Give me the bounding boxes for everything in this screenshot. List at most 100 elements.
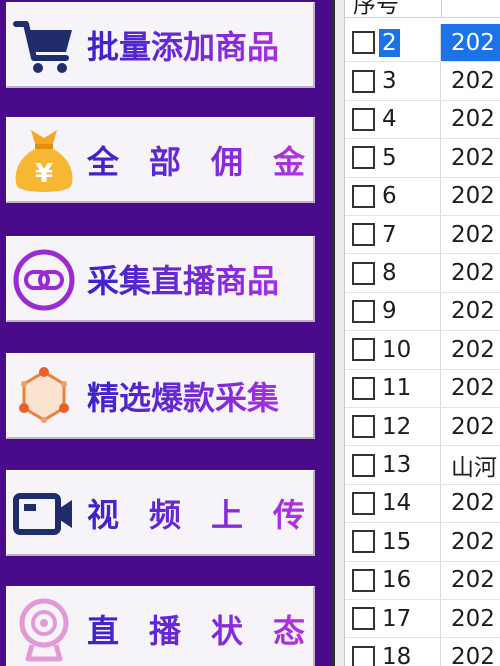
sidebar-item-label: 批量添加商品: [87, 3, 307, 86]
row-checkbox[interactable]: [352, 491, 375, 515]
row-checkbox[interactable]: [352, 69, 375, 93]
batch-add-products-button[interactable]: 批量添加商品: [6, 2, 315, 88]
date-cell: 202: [451, 644, 495, 666]
splitter-scrollbar[interactable]: [332, 0, 345, 666]
collect-live-products-button[interactable]: 采集直播商品: [6, 236, 315, 322]
row-number: 13: [382, 452, 412, 479]
row-checkbox[interactable]: [352, 338, 375, 362]
index-cell: 6: [345, 177, 441, 215]
webcam-icon: [11, 593, 77, 666]
sidebar: 批量添加商品 ¥ 全部佣金 采集直播商品 精选爆款采集 视频上传 直播状态: [0, 0, 332, 666]
date-cell: 202: [451, 605, 495, 632]
curated-hot-collection-button[interactable]: 精选爆款采集: [6, 353, 315, 439]
table-row[interactable]: 18 202: [345, 638, 500, 666]
row-number: 5: [382, 144, 397, 171]
row-checkbox[interactable]: [352, 453, 375, 477]
date-cell: 202: [451, 221, 495, 248]
hexagon-nodes-icon: [11, 360, 77, 434]
row-number: 18: [382, 644, 412, 666]
index-cell: 11: [345, 369, 441, 407]
index-cell: 13: [345, 446, 441, 484]
table-row[interactable]: 5 202: [345, 139, 500, 178]
video-camera-icon: [11, 477, 77, 551]
table-row[interactable]: 2 202: [345, 24, 500, 63]
date-cell: 202: [451, 490, 495, 517]
date-cell: 202: [451, 144, 495, 171]
row-checkbox[interactable]: [352, 376, 375, 400]
row-checkbox[interactable]: [352, 146, 375, 170]
index-cell: 12: [345, 408, 441, 446]
table-row[interactable]: 6 202: [345, 177, 500, 216]
row-checkbox[interactable]: [352, 299, 375, 323]
row-checkbox[interactable]: [352, 568, 375, 592]
date-cell: 202: [451, 68, 495, 95]
date-cell: 202: [451, 413, 495, 440]
row-number: 14: [382, 490, 412, 517]
table-row[interactable]: 9 202: [345, 292, 500, 332]
row-number: 4: [382, 106, 397, 133]
date-cell: 山河: [451, 455, 497, 482]
index-cell: 5: [345, 139, 441, 177]
row-checkbox[interactable]: [352, 530, 375, 554]
row-number: 15: [382, 528, 412, 555]
product-table: 序号 2 202 3 202 4 202 5 202 6 202 7 202 8 202 9 202 10 202…: [345, 0, 500, 666]
index-cell: 4: [345, 100, 441, 139]
column-separator: [441, 0, 442, 18]
row-number: 2: [379, 28, 400, 57]
svg-text:¥: ¥: [35, 159, 53, 189]
table-row[interactable]: 16 202: [345, 561, 500, 600]
table-row[interactable]: 8 202: [345, 254, 500, 293]
column-header-index[interactable]: 序号: [353, 0, 399, 18]
index-cell: 3: [345, 62, 441, 100]
shopping-cart-icon: [11, 9, 77, 83]
row-number: 10: [382, 336, 412, 363]
date-cell: 202: [441, 24, 500, 62]
money-bag-icon: ¥: [11, 124, 77, 198]
index-cell: 2: [345, 24, 441, 62]
sidebar-item-label: 采集直播商品: [87, 237, 307, 320]
all-commission-button[interactable]: ¥ 全部佣金: [6, 117, 315, 203]
sidebar-item-label: 直播状态: [87, 587, 307, 666]
index-cell: 17: [345, 600, 441, 638]
live-status-button[interactable]: 直播状态: [6, 586, 315, 666]
sidebar-item-label: 精选爆款采集: [87, 354, 307, 437]
table-row[interactable]: 15 202: [345, 523, 500, 562]
table-row[interactable]: 10 202: [345, 331, 500, 370]
row-checkbox[interactable]: [352, 31, 375, 55]
row-checkbox[interactable]: [352, 415, 375, 439]
table-row[interactable]: 17 202: [345, 600, 500, 639]
table-row[interactable]: 13 山河: [345, 446, 500, 485]
row-number: 7: [382, 221, 397, 248]
row-checkbox[interactable]: [352, 645, 375, 666]
index-cell: 15: [345, 523, 441, 561]
table-row[interactable]: 14 202: [345, 484, 500, 524]
row-checkbox[interactable]: [352, 223, 375, 247]
row-checkbox[interactable]: [352, 107, 375, 131]
video-upload-button[interactable]: 视频上传: [6, 470, 315, 556]
row-number: 8: [382, 260, 397, 287]
index-cell: 7: [345, 216, 441, 254]
date-cell: 202: [451, 567, 495, 594]
row-number: 6: [382, 183, 397, 210]
table-row[interactable]: 12 202: [345, 408, 500, 447]
date-cell: 202: [451, 375, 495, 402]
date-cell: 202: [451, 336, 495, 363]
index-cell: 10: [345, 331, 441, 369]
row-checkbox[interactable]: [352, 184, 375, 208]
table-row[interactable]: 3 202: [345, 62, 500, 101]
index-cell: 8: [345, 254, 441, 292]
table-row[interactable]: 7 202: [345, 216, 500, 255]
date-cell: 202: [451, 106, 495, 133]
index-cell: 18: [345, 638, 441, 666]
link-circle-icon: [11, 243, 77, 317]
index-cell: 16: [345, 561, 441, 599]
table-row[interactable]: 11 202: [345, 369, 500, 408]
row-checkbox[interactable]: [352, 607, 375, 631]
index-cell: 9: [345, 292, 441, 331]
index-cell: 14: [345, 484, 441, 523]
row-checkbox[interactable]: [352, 261, 375, 285]
row-number: 11: [382, 375, 412, 402]
table-row[interactable]: 4 202: [345, 100, 500, 140]
row-number: 16: [382, 567, 412, 594]
table-header: 序号: [345, 0, 500, 18]
